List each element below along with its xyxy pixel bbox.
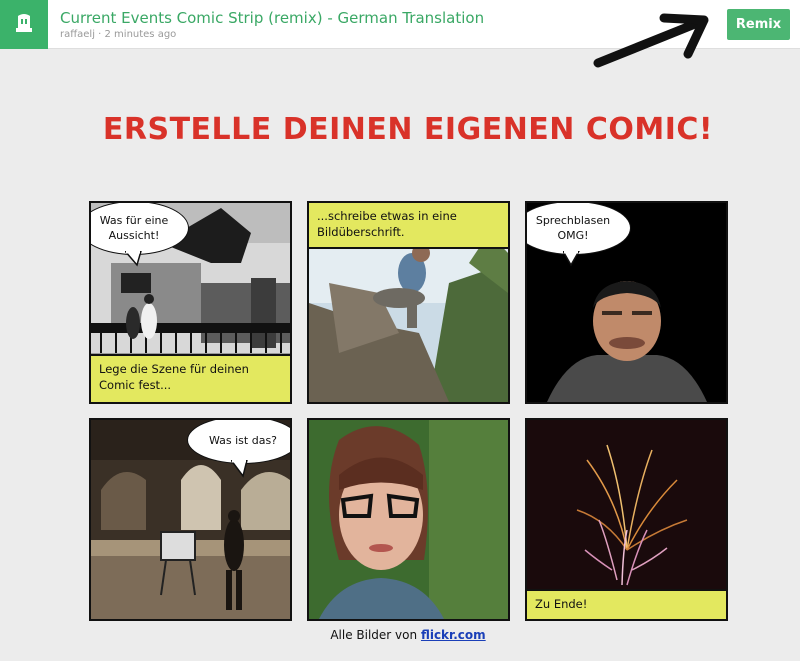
comic-panel-1[interactable]: Was für eine Aussicht! Lege die Szene fü… (89, 201, 292, 404)
remix-button[interactable]: Remix (727, 9, 790, 40)
bubble-tail-icon (125, 251, 142, 267)
panel-5-photo (309, 420, 508, 619)
comic-panel-4[interactable]: Was ist das? (89, 418, 292, 621)
arrow-annotation-icon (593, 13, 709, 68)
page-headline: ERSTELLE DEINEN EIGENEN COMIC! (102, 112, 714, 147)
panel-caption[interactable]: ...schreibe etwas in eine Bildüberschrif… (309, 203, 508, 249)
bubble-tail-icon (231, 460, 248, 478)
credit-text: Alle Bilder von (330, 628, 418, 642)
flickr-link[interactable]: flickr.com (421, 628, 486, 642)
comic-panel-6[interactable]: Zu Ende! (525, 418, 728, 621)
comic-panel-5[interactable] (307, 418, 510, 621)
image-credit: Alle Bilder von flickr.com (0, 628, 800, 642)
panel-caption[interactable]: Lege die Szene für deinen Comic fest... (91, 354, 290, 402)
app-logo[interactable] (0, 0, 48, 49)
top-bar: Current Events Comic Strip (remix) - Ger… (0, 0, 800, 68)
project-title[interactable]: Current Events Comic Strip (remix) - Ger… (60, 9, 484, 27)
bubble-tail-icon (563, 251, 580, 267)
logo-icon (16, 14, 32, 32)
panel-caption[interactable]: Zu Ende! (527, 589, 726, 619)
comic-panel-2[interactable]: ...schreibe etwas in eine Bildüberschrif… (307, 201, 510, 404)
project-meta: raffaelj · 2 minutes ago (60, 29, 177, 40)
comic-panel-3[interactable]: Sprechblasen OMG! (525, 201, 728, 404)
speech-bubble[interactable]: Was ist das? (187, 420, 290, 464)
